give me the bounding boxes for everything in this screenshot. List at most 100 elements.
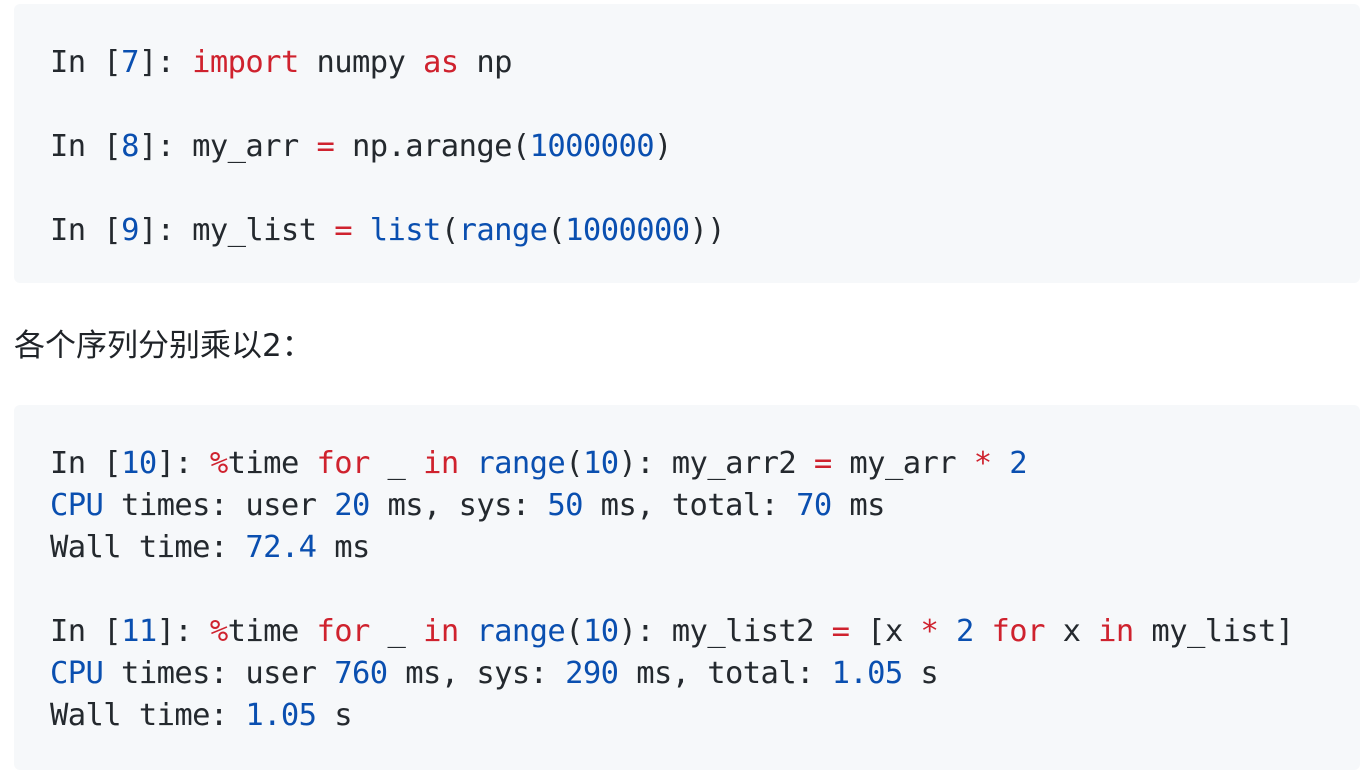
code-token: time <box>227 446 317 481</box>
code-token: ms, total: <box>618 656 832 691</box>
code-token: In [ <box>50 213 122 248</box>
code-token: numpy <box>298 45 424 80</box>
code-token: times: user <box>103 488 335 523</box>
code-token: import <box>192 45 299 80</box>
code-token: In [ <box>50 45 122 80</box>
code-token: in <box>423 446 459 481</box>
code-token: ): my_arr2 <box>618 446 814 481</box>
code-token: times: user <box>103 656 335 691</box>
code-token: np <box>458 45 512 80</box>
code-token: ms, sys: <box>369 488 548 523</box>
code-block-timing: In [10]: %time for _ in range(10): my_ar… <box>14 405 1360 770</box>
code-token: In [ <box>50 129 122 164</box>
code-token: 760 <box>334 656 388 691</box>
code-token: my_list] <box>1133 614 1294 649</box>
code-token: ms, total: <box>582 488 797 523</box>
code-token: 2 <box>1009 446 1028 481</box>
code-token: 10 <box>121 446 157 481</box>
code-token: ): my_list2 <box>618 614 832 649</box>
code-token: ms <box>316 530 370 565</box>
code-token: 70 <box>796 488 832 523</box>
code-token: 8 <box>121 129 139 164</box>
code-line: In [10]: %time for _ in range(10): my_ar… <box>50 443 1360 485</box>
code-token: s <box>316 698 352 733</box>
code-token: range <box>458 213 548 248</box>
code-token: 2 <box>956 614 974 649</box>
code-line: In [11]: %time for _ in range(10): my_li… <box>50 611 1360 653</box>
code-token: ) <box>653 129 672 164</box>
code-token: 10 <box>582 614 619 649</box>
code-token: Wall time: <box>50 698 246 733</box>
code-token: = <box>813 446 832 481</box>
code-token: for <box>316 446 370 481</box>
code-token: _ <box>369 614 424 649</box>
code-token: ]: <box>156 614 210 649</box>
code-token: ( <box>565 614 583 649</box>
code-line: CPU times: user 20 ms, sys: 50 ms, total… <box>50 485 1360 527</box>
code-token: 1000000 <box>565 213 690 248</box>
code-token: my_arr <box>831 446 974 481</box>
code-token: * <box>973 446 992 481</box>
code-token: range <box>476 614 566 649</box>
code-token: ( <box>440 213 459 248</box>
code-token: 11 <box>121 614 157 649</box>
code-token: CPU <box>50 488 104 523</box>
code-line: In [8]: my_arr = np.arange(1000000) <box>50 126 1360 168</box>
code-line: In [9]: my_list = list(range(1000000)) <box>50 210 1360 252</box>
code-token: In [ <box>50 446 122 481</box>
code-token: 20 <box>334 488 370 523</box>
code-token: np.arange( <box>334 129 530 164</box>
code-token: x <box>1044 614 1099 649</box>
code-token: ]: <box>138 45 193 80</box>
code-token: s <box>902 656 939 691</box>
code-token: 1.05 <box>831 656 904 691</box>
code-token: in <box>1098 614 1134 649</box>
code-token: CPU <box>50 656 104 691</box>
code-token: time <box>227 614 317 649</box>
code-line: In [7]: import numpy as np <box>50 42 1360 84</box>
code-token: 72.4 <box>245 530 317 565</box>
code-token: * <box>920 614 939 649</box>
code-token: 9 <box>121 213 139 248</box>
code-token: )) <box>689 213 726 248</box>
code-token: as <box>423 45 459 80</box>
code-token: ( <box>565 446 583 481</box>
code-token: in <box>423 614 459 649</box>
code-token: In [ <box>50 614 122 649</box>
code-token: = <box>334 213 352 248</box>
paragraph-text: 各个序列分别乘以2： <box>14 328 313 364</box>
code-line: Wall time: 1.05 s <box>50 695 1360 737</box>
code-token: 50 <box>547 488 583 523</box>
code-token: list <box>369 213 442 248</box>
code-token: ms, sys: <box>387 656 566 691</box>
code-token: = <box>316 129 335 164</box>
code-token: ]: <box>156 446 210 481</box>
code-token: = <box>831 614 850 649</box>
code-token: [x <box>849 614 921 649</box>
code-token: ]: my_arr <box>138 129 317 164</box>
code-token: ]: my_list <box>138 213 335 248</box>
code-line: Wall time: 72.4 ms <box>50 527 1360 569</box>
code-token: Wall time: <box>50 530 246 565</box>
code-line: CPU times: user 760 ms, sys: 290 ms, tot… <box>50 653 1360 695</box>
code-block-imports: In [7]: import numpy as np In [8]: my_arr… <box>14 4 1360 283</box>
code-token: for <box>316 614 370 649</box>
code-token: 290 <box>565 656 619 691</box>
code-token: 1.05 <box>245 698 317 733</box>
code-token: % <box>209 614 228 649</box>
code-token: 1000000 <box>529 129 655 164</box>
code-token: 7 <box>121 45 139 80</box>
code-token: _ <box>369 446 424 481</box>
code-token: % <box>209 446 228 481</box>
code-token: range <box>476 446 566 481</box>
code-token: for <box>991 614 1046 649</box>
code-token: ms <box>831 488 885 523</box>
